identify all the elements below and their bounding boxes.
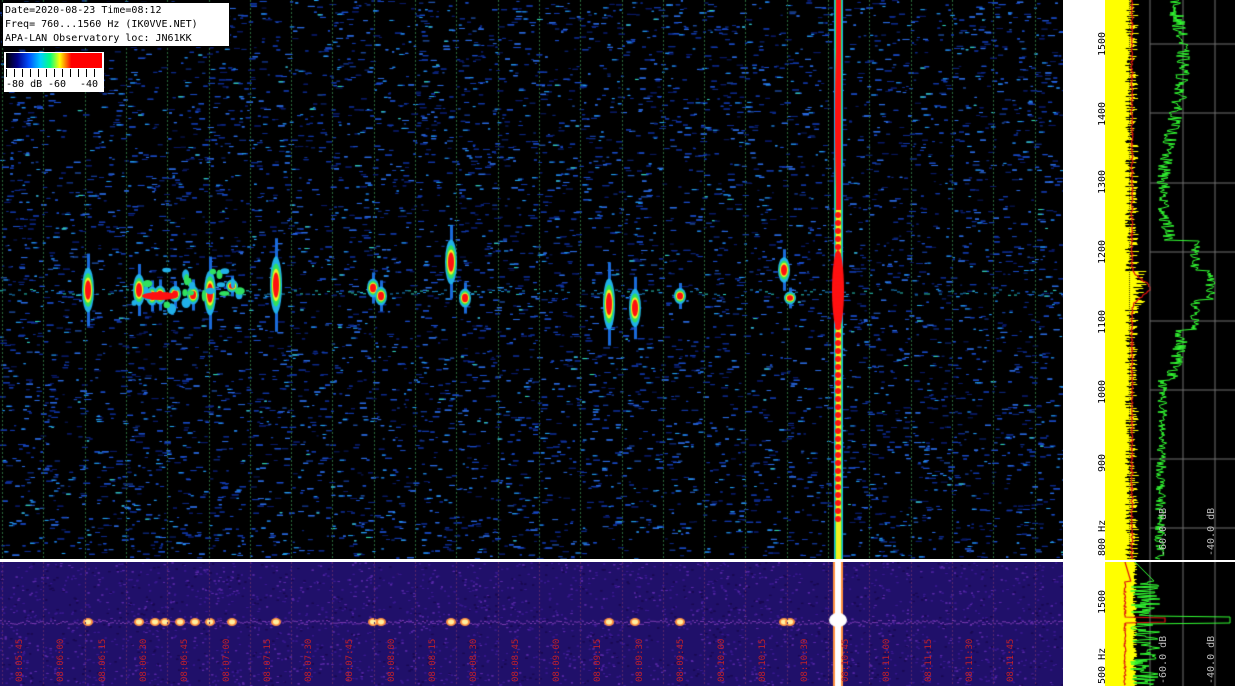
time-label: 08:06:15 xyxy=(97,638,108,682)
lower-db-label-40: -40.0 dB xyxy=(1206,635,1217,684)
scale-max-label: -40 xyxy=(80,79,99,90)
time-label: 08:09:00 xyxy=(551,638,562,682)
db-label-40: -40.0 dB xyxy=(1206,507,1217,556)
color-scale-ticks xyxy=(6,69,102,77)
time-label: 08:11:15 xyxy=(923,638,934,682)
time-label: 08:06:45 xyxy=(180,638,191,682)
color-scale-legend: -80 dB -60 -40 xyxy=(4,52,104,92)
color-gradient xyxy=(6,53,102,68)
time-label: 08:06:30 xyxy=(138,638,149,682)
time-label: 08:11:30 xyxy=(964,638,975,682)
lower-frequency-axis: 1500 500 Hz xyxy=(1063,562,1108,686)
time-label: 08:10:45 xyxy=(841,638,851,682)
time-label: 08:09:45 xyxy=(675,638,686,682)
time-label: 08:07:30 xyxy=(304,638,315,682)
time-label: 08:05:45 xyxy=(15,638,25,682)
db-label-60: -60.0 dB xyxy=(1158,507,1169,556)
frequency-axis: 1500 1400 1300 1200 1100 1000 900 800 Hz xyxy=(1063,0,1108,560)
time-label: 08:06:00 xyxy=(56,638,67,682)
time-label: 08:11:45 xyxy=(1006,638,1017,682)
scale-mid-label: -60 xyxy=(48,79,67,90)
time-label: 08:08:30 xyxy=(469,638,480,682)
info-box: Date=2020-08-23 Time=08:12 Freq= 760...1… xyxy=(2,2,230,47)
time-label: 08:10:15 xyxy=(758,638,769,682)
time-label: 08:09:30 xyxy=(634,638,645,682)
waterfall-spectrogram[interactable] xyxy=(0,0,1063,560)
spectrum-panel xyxy=(1105,0,1235,560)
scale-min-label: -80 dB xyxy=(6,79,43,90)
time-label: 08:08:45 xyxy=(510,638,521,682)
time-label: 08:08:00 xyxy=(386,638,397,682)
frequency-line: Freq= 760...1560 Hz (IK0VVE.NET) xyxy=(5,19,198,30)
time-label: 08:10:30 xyxy=(799,638,810,682)
time-label: 08:09:15 xyxy=(593,638,604,682)
date-time-line: Date=2020-08-23 Time=08:12 xyxy=(5,5,162,16)
time-label: 08:07:00 xyxy=(221,638,232,682)
time-label: 08:10:00 xyxy=(717,638,728,682)
time-label: 08:08:15 xyxy=(428,638,438,682)
wide-waterfall-spectrogram[interactable] xyxy=(0,562,1063,686)
time-label: 08:07:15 xyxy=(262,638,273,682)
time-label: 08:11:00 xyxy=(882,638,893,682)
panel-separator xyxy=(0,559,1235,562)
observatory-line: APA-LAN Observatory loc: JN61KK xyxy=(5,33,192,44)
lower-db-label-60: -60.0 dB xyxy=(1158,635,1169,684)
time-label: 08:07:45 xyxy=(345,638,356,682)
